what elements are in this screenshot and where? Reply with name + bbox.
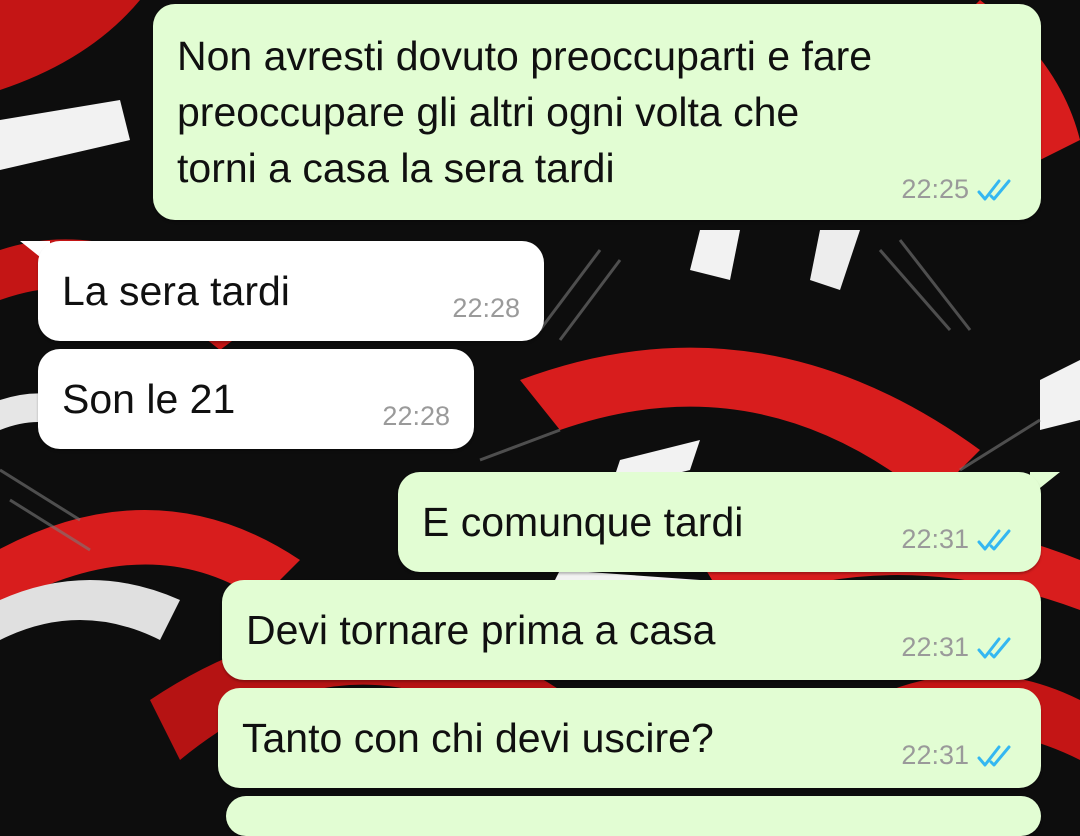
message-meta: 22:31 (901, 524, 1017, 555)
message-meta: 22:25 (901, 174, 1017, 205)
double-check-icon (977, 179, 1011, 200)
message-meta: 22:28 (452, 293, 520, 324)
outgoing-message-partial[interactable] (226, 796, 1041, 836)
message-text: Non avresti dovuto preoccuparti e fare p… (177, 28, 872, 196)
message-time: 22:28 (382, 401, 450, 431)
outgoing-message[interactable]: Tanto con chi devi uscire? 22:31 (218, 688, 1041, 788)
message-text: Tanto con chi devi uscire? (242, 715, 714, 761)
message-time: 22:31 (901, 524, 969, 554)
double-check-icon (977, 637, 1011, 658)
message-line: torni a casa la sera tardi (177, 145, 615, 191)
incoming-message[interactable]: Son le 21 22:28 (38, 349, 474, 449)
message-text: Devi tornare prima a casa (246, 607, 716, 653)
message-line: Non avresti dovuto preoccuparti e fare (177, 33, 873, 79)
message-meta: 22:31 (901, 740, 1017, 771)
message-line: preoccupare gli altri ogni volta che (177, 89, 800, 135)
chat-area[interactable]: Non avresti dovuto preoccuparti e fare p… (0, 0, 1080, 836)
message-text: Son le 21 (62, 376, 236, 422)
double-check-icon (977, 745, 1011, 766)
message-text: E comunque tardi (422, 499, 744, 545)
message-time: 22:25 (901, 174, 969, 204)
outgoing-message[interactable]: E comunque tardi 22:31 (398, 472, 1041, 572)
message-time: 22:31 (901, 740, 969, 770)
message-text: La sera tardi (62, 268, 290, 314)
outgoing-message[interactable]: Devi tornare prima a casa 22:31 (222, 580, 1041, 680)
message-meta: 22:31 (901, 632, 1017, 663)
outgoing-message[interactable]: Non avresti dovuto preoccuparti e fare p… (153, 4, 1041, 220)
double-check-icon (977, 529, 1011, 550)
message-time: 22:31 (901, 632, 969, 662)
incoming-message[interactable]: La sera tardi 22:28 (38, 241, 544, 341)
message-time: 22:28 (452, 293, 520, 323)
message-meta: 22:28 (382, 401, 450, 432)
